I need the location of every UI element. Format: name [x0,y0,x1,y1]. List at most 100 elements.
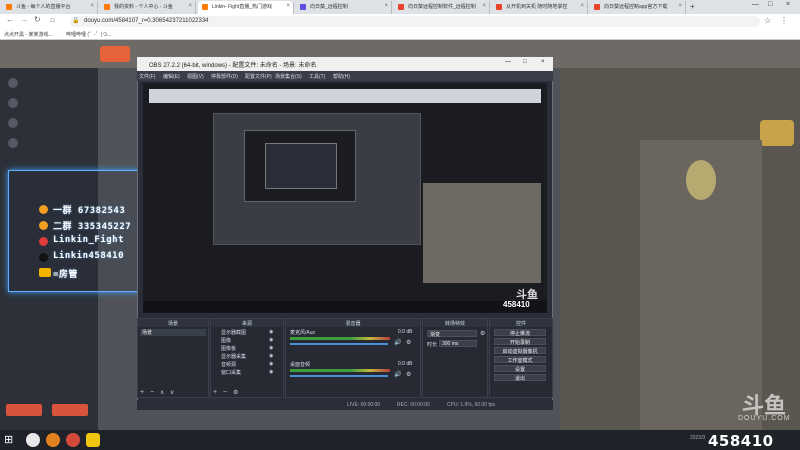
minimize-icon[interactable]: — [505,59,511,65]
move-up-icon[interactable]: ∧ [160,389,164,396]
transitions-dock-title: 转场特效 [423,319,487,327]
qq-group-1: 一群 67382543 [53,206,126,216]
mixer-track-name: 麦克风/Aux [290,330,316,336]
browser-tab[interactable]: 从开机到关机 随时随地掌控 × [492,1,588,14]
eye-icon[interactable]: ◉ [269,337,273,343]
home-icon[interactable]: ⌂ [50,15,55,24]
gear-icon[interactable]: ⚙ [233,389,238,396]
browser-tab-active[interactable]: Linkin- Fight直播_热门游戏 × [198,1,294,14]
remove-icon[interactable]: − [223,389,227,396]
virtual-camera-button[interactable]: 启动虚拟摄像机 [494,347,546,355]
speaker-icon[interactable]: 🔊 [394,371,401,378]
close-icon[interactable]: × [541,59,545,65]
close-icon[interactable]: × [678,3,682,9]
maximize-icon[interactable]: □ [768,1,772,8]
source-item[interactable]: 音频源 [221,361,236,368]
chrome-icon[interactable] [26,433,40,447]
bookmark-item[interactable]: 哔哩哔哩 (゜-゜)つ... [66,31,112,38]
close-icon[interactable]: × [580,3,584,9]
gear-icon[interactable]: ⚙ [406,339,411,346]
speaker-icon[interactable]: 🔊 [394,339,401,346]
sidebar-game-icon[interactable] [8,138,18,148]
eye-icon[interactable]: ◉ [269,369,273,375]
menu-docks[interactable]: 停靠部件(D) [211,73,238,80]
bookmark-star-icon[interactable]: ☆ [764,16,771,25]
close-icon[interactable]: × [384,3,388,9]
app-icon[interactable] [86,433,100,447]
gear-icon[interactable]: ⚙ [406,371,411,378]
activity-badge[interactable] [760,120,794,146]
studio-mode-button[interactable]: 工作室模式 [494,356,546,364]
exit-button[interactable]: 退出 [494,374,546,382]
remove-icon[interactable]: − [150,389,154,396]
sources-dock-title: 来源 [211,319,283,327]
sidebar-home-icon[interactable] [8,78,18,88]
add-icon[interactable]: + [213,389,217,396]
browser-tab-bar: 斗鱼 - 每个人的直播平台 × 我的资料 - 个人中心 - 斗鱼 × Linkin-… [0,0,800,14]
close-icon[interactable]: × [90,3,94,9]
browser-icon[interactable] [46,433,60,447]
weibo-icon [39,237,48,246]
menu-icon[interactable]: ⋮ [780,16,788,25]
scene-item[interactable]: 场景 [140,329,206,336]
windows-start-icon[interactable]: ⊞ [4,433,13,446]
source-item[interactable]: 显示器采集 [221,353,246,360]
source-item[interactable]: 图像板 [221,345,236,352]
menu-edit[interactable]: 编辑(E) [163,73,180,80]
browser-tab[interactable]: 斗鱼 - 每个人的直播平台 × [2,1,98,14]
forward-icon[interactable]: → [20,15,28,24]
stop-streaming-button[interactable]: 停止推流 [494,329,546,337]
mixer-dock: 混音器 麦克风/Aux 0.0 dB 🔊 ⚙ 桌面音频 0.0 dB 🔊 ⚙ [285,318,421,398]
eye-icon[interactable]: ◉ [269,345,273,351]
cpu-fps: CPU: 1.9%, 60.00 fps [447,402,496,408]
close-icon[interactable]: × [188,3,192,9]
close-window-icon[interactable]: × [786,1,790,8]
obs-preview[interactable] [143,83,547,313]
eye-icon[interactable]: ◉ [269,361,273,367]
site-favicon-icon [202,4,208,10]
eye-icon[interactable]: ◉ [269,353,273,359]
obs-icon[interactable] [66,433,80,447]
browser-tab[interactable]: 向日葵远程控制app官方下载 × [590,1,686,14]
volume-slider[interactable] [290,375,388,377]
gear-icon[interactable]: ⚙ [480,330,485,337]
menu-help[interactable]: 帮助(H) [333,73,350,80]
add-icon[interactable]: + [140,389,144,396]
source-item[interactable]: 窗口采集 [221,369,241,376]
sidebar-red-button[interactable] [6,404,42,416]
minimize-icon[interactable]: — [752,1,759,8]
live-timer: LIVE: 00:00:00 [347,402,381,408]
transition-select[interactable]: 渐变 [427,330,477,338]
menu-profile[interactable]: 配置文件(P) [245,73,272,80]
move-down-icon[interactable]: ∨ [170,389,174,396]
eye-icon[interactable]: ◉ [269,329,273,335]
site-logo[interactable] [100,46,130,62]
start-recording-button[interactable]: 开始录制 [494,338,546,346]
menu-scene-collection[interactable]: 场景集合(S) [275,73,302,80]
browser-tab[interactable]: 向日葵远程控制软件_远程控制 × [394,1,490,14]
volume-slider[interactable] [290,343,388,345]
url-field[interactable]: douyu.com/4584107_r=0.30654237211022334 [70,16,760,27]
browser-tab[interactable]: 我的资料 - 个人中心 - 斗鱼 × [100,1,196,14]
menu-view[interactable]: 视图(V) [187,73,204,80]
nested-taskbar [143,301,547,313]
duration-input[interactable]: 300 ms [439,340,477,347]
settings-button[interactable]: 设置 [494,365,546,373]
browser-tab[interactable]: 向日葵_远程控制 × [296,1,392,14]
bookmark-item[interactable]: 点点开黑 - 某某游戏... [4,31,53,38]
mixer-track-name: 桌面音频 [290,362,311,368]
menu-tools[interactable]: 工具(T) [309,73,325,80]
source-item[interactable]: 显示器截图 [221,329,246,336]
nested-page-content [423,183,541,283]
maximize-icon[interactable]: □ [523,59,527,65]
back-icon[interactable]: ← [6,15,14,24]
close-icon[interactable]: × [286,3,290,9]
source-item[interactable]: 图像 [221,337,231,344]
sidebar-red-button[interactable] [52,404,88,416]
reload-icon[interactable]: ↻ [34,15,41,24]
sidebar-follow-icon[interactable] [8,98,18,108]
menu-file[interactable]: 文件(F) [139,73,155,80]
new-tab-icon[interactable]: + [690,2,695,11]
close-icon[interactable]: × [482,3,486,9]
sidebar-category-icon[interactable] [8,118,18,128]
